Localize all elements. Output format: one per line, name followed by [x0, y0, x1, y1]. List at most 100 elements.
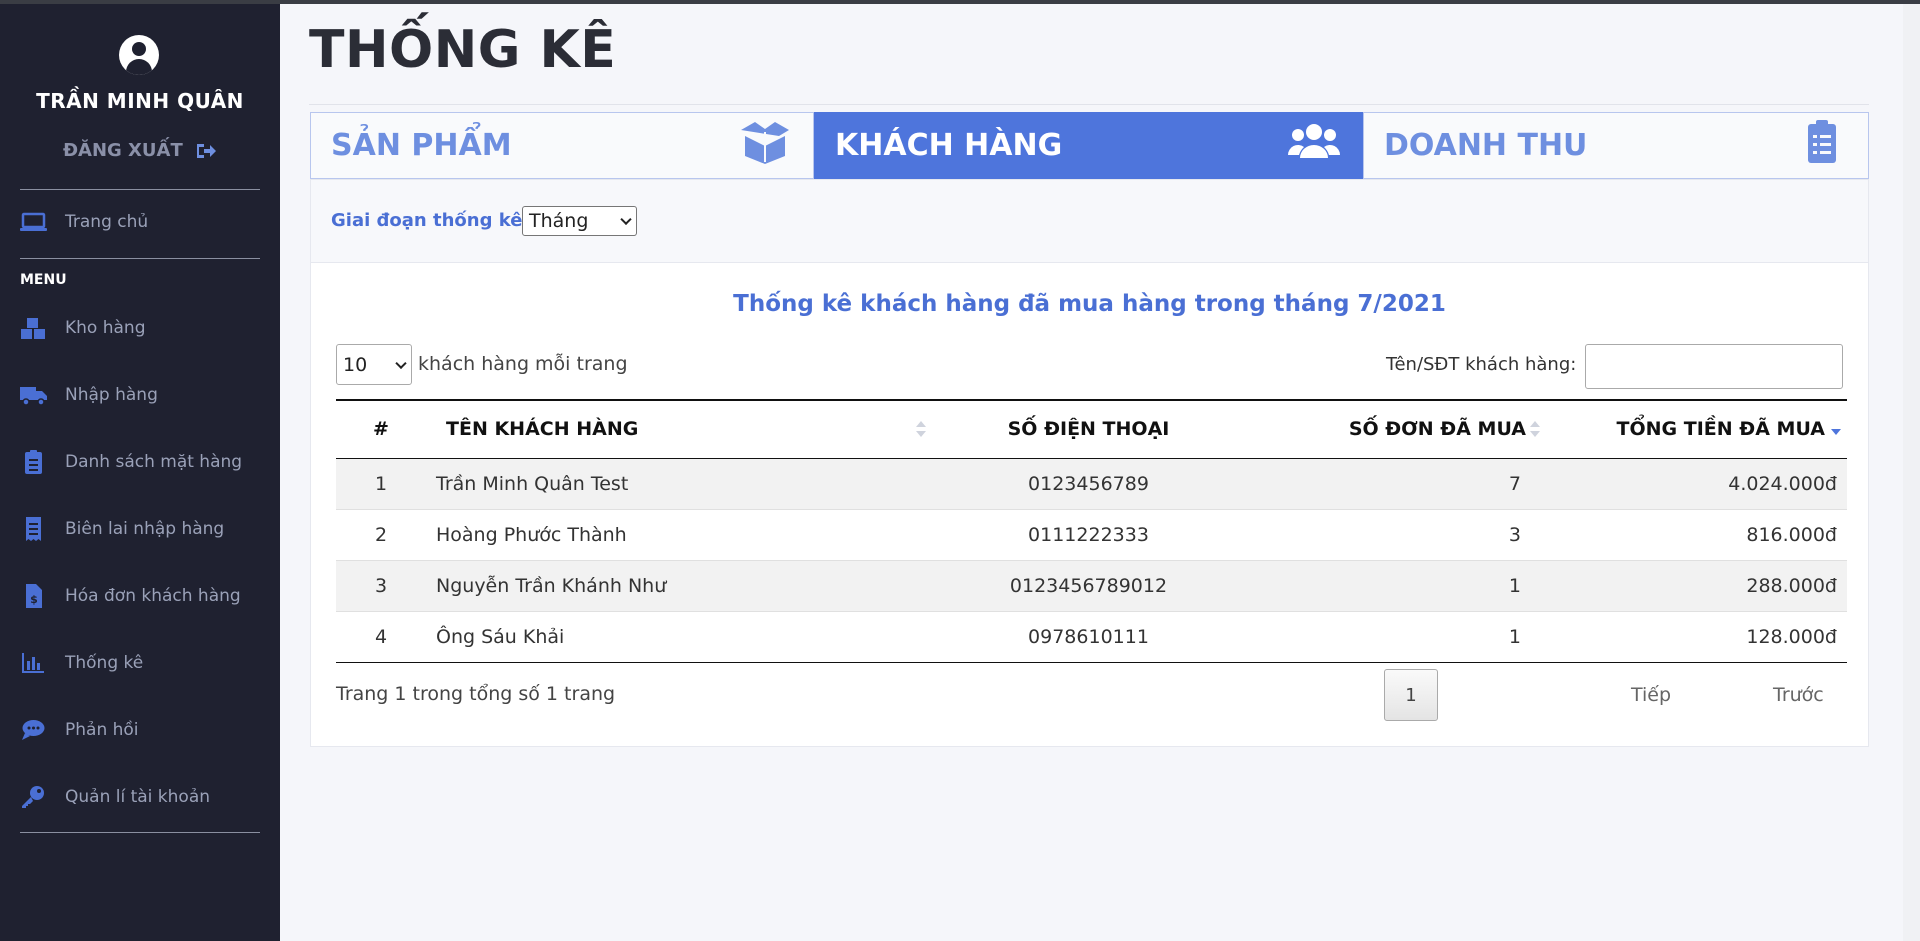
box-icon	[737, 120, 793, 172]
period-select[interactable]: Tháng	[522, 206, 637, 236]
stat-tabs: SẢN PHẨM KHÁCH HÀNG DOANH THU	[310, 112, 1869, 179]
filter-bar: Giai đoạn thống kê: Tháng	[311, 180, 1868, 263]
page-title: THỐNG KÊ	[309, 20, 617, 80]
cell-customer-name: Trần Minh Quân Test	[436, 472, 629, 495]
column-header-total[interactable]: TỔNG TIỀN ĐÃ MUA	[1546, 400, 1847, 458]
page-size-label: khách hàng mỗi trang	[418, 353, 628, 375]
sidebar-item-import-receipts[interactable]: Biên lai nhập hàng	[20, 511, 270, 547]
table-row: 1 Trần Minh Quân Test 0123456789 7 4.024…	[336, 458, 1847, 509]
truck-icon	[20, 383, 47, 407]
chevron-down-icon	[620, 213, 632, 226]
cell-order-count: 7	[1508, 472, 1521, 495]
comment-icon	[20, 718, 47, 742]
sidebar-item-label: Nhập hàng	[65, 385, 158, 405]
warehouse-icon	[20, 316, 47, 340]
sidebar-item-label: Phản hồi	[65, 720, 139, 740]
sidebar-item-label: Danh sách mặt hàng	[65, 452, 243, 472]
table-header-row: # TÊN KHÁCH HÀNG SỐ ĐIỆN THOẠI SỐ ĐƠN ĐÃ…	[336, 400, 1847, 458]
sidebar-item-customer-invoices[interactable]: $ Hóa đơn khách hàng	[20, 578, 270, 614]
cell-order-count: 1	[1508, 625, 1521, 648]
cell-total: 288.000đ	[1746, 574, 1837, 597]
key-icon	[20, 785, 47, 809]
tab-customers[interactable]: KHÁCH HÀNG	[814, 112, 1363, 179]
sidebar-item-feedback[interactable]: Phản hồi	[20, 712, 270, 748]
column-header-phone: SỐ ĐIỆN THOẠI	[1007, 418, 1170, 441]
sidebar-item-account-management[interactable]: Quản lí tài khoản	[20, 779, 270, 815]
sidebar-item-label: Hóa đơn khách hàng	[65, 586, 241, 606]
sort-icon	[916, 421, 926, 438]
sort-desc-icon	[1831, 421, 1841, 437]
menu-heading: MENU	[20, 272, 67, 288]
sidebar-item-statistics[interactable]: Thống kê	[20, 645, 270, 681]
user-avatar-icon	[119, 35, 159, 75]
chevron-down-icon	[395, 357, 407, 369]
cell-order-count: 1	[1508, 574, 1521, 597]
sort-icon	[1530, 421, 1540, 438]
cell-total: 816.000đ	[1746, 523, 1837, 546]
sign-out-icon	[197, 144, 217, 158]
clipboard-list-icon	[20, 450, 47, 474]
cell-order-count: 3	[1508, 523, 1521, 546]
cell-index: 4	[374, 625, 388, 648]
user-name: TRẦN MINH QUÂN	[36, 89, 244, 113]
table-title: Thống kê khách hàng đã mua hàng trong th…	[733, 291, 1446, 317]
invoice-dollar-icon: $	[20, 584, 47, 608]
cell-index: 3	[374, 574, 388, 597]
cell-phone: 0123456789	[1028, 472, 1149, 495]
pagination-info: Trang 1 trong tổng số 1 trang	[336, 683, 616, 705]
cell-phone: 0111222333	[1028, 523, 1149, 546]
sidebar-divider	[20, 189, 260, 190]
cell-phone: 0123456789012	[1009, 574, 1168, 597]
pagination-page-1[interactable]: 1	[1384, 669, 1438, 721]
sidebar-divider	[20, 832, 260, 833]
stats-panel: Giai đoạn thống kê: Tháng Thống kê khách…	[310, 179, 1869, 747]
page-size-value: 10	[343, 353, 368, 376]
pagination-prev[interactable]: Trước	[1773, 669, 1824, 721]
laptop-icon	[20, 210, 47, 234]
top-border	[0, 0, 1920, 4]
table-row: 2 Hoàng Phước Thành 0111222333 3 816.000…	[336, 509, 1847, 560]
title-divider	[309, 104, 1869, 105]
sidebar-item-label: Biên lai nhập hàng	[65, 519, 225, 539]
table-row: 3 Nguyễn Trần Khánh Như 0123456789012 1 …	[336, 560, 1847, 611]
cell-customer-name: Nguyễn Trần Khánh Như	[436, 574, 667, 597]
tab-label: KHÁCH HÀNG	[835, 128, 1063, 163]
sidebar-item-label: Kho hàng	[65, 318, 146, 338]
page-size-select[interactable]: 10	[336, 344, 412, 385]
receipt-icon	[20, 517, 47, 541]
sidebar-item-product-list[interactable]: Danh sách mặt hàng	[20, 444, 270, 480]
table-row: 4 Ông Sáu Khải 0978610111 1 128.000đ	[336, 611, 1847, 662]
period-label: Giai đoạn thống kê:	[331, 210, 530, 231]
customer-search-input[interactable]	[1585, 344, 1843, 389]
column-header-orders[interactable]: SỐ ĐƠN ĐÃ MUA	[1241, 400, 1546, 458]
cell-index: 2	[374, 523, 388, 546]
cell-customer-name: Ông Sáu Khải	[436, 625, 565, 648]
tab-label: SẢN PHẨM	[331, 128, 512, 163]
cell-total: 128.000đ	[1746, 625, 1837, 648]
cell-phone: 0978610111	[1028, 625, 1149, 648]
column-header-index: #	[373, 418, 389, 441]
users-icon	[1286, 120, 1342, 172]
scrollbar[interactable]	[1903, 4, 1920, 941]
sidebar-item-label: Thống kê	[65, 653, 144, 673]
logout-label: ĐĂNG XUẤT	[62, 140, 183, 161]
sidebar-item-import[interactable]: Nhập hàng	[20, 377, 270, 413]
cell-total: 4.024.000đ	[1728, 472, 1837, 495]
bar-chart-icon	[20, 651, 47, 675]
search-label: Tên/SĐT khách hàng:	[1386, 354, 1577, 375]
sidebar-item-home[interactable]: Trang chủ	[20, 204, 270, 240]
tab-revenue[interactable]: DOANH THU	[1363, 112, 1869, 179]
pagination-next[interactable]: Tiếp	[1631, 669, 1671, 721]
cell-customer-name: Hoàng Phước Thành	[436, 523, 627, 546]
sidebar-divider	[20, 258, 260, 259]
sidebar-item-warehouse[interactable]: Kho hàng	[20, 310, 270, 346]
clipboard-icon	[1792, 119, 1848, 172]
logout-link[interactable]: ĐĂNG XUẤT	[0, 140, 280, 161]
sidebar-item-label: Trang chủ	[65, 212, 149, 232]
customer-table: # TÊN KHÁCH HÀNG SỐ ĐIỆN THOẠI SỐ ĐƠN ĐÃ…	[336, 399, 1847, 663]
cell-index: 1	[374, 472, 388, 495]
tab-label: DOANH THU	[1384, 128, 1588, 163]
sidebar-item-label: Quản lí tài khoản	[65, 787, 211, 807]
tab-products[interactable]: SẢN PHẨM	[310, 112, 814, 179]
column-header-name[interactable]: TÊN KHÁCH HÀNG	[426, 400, 936, 458]
